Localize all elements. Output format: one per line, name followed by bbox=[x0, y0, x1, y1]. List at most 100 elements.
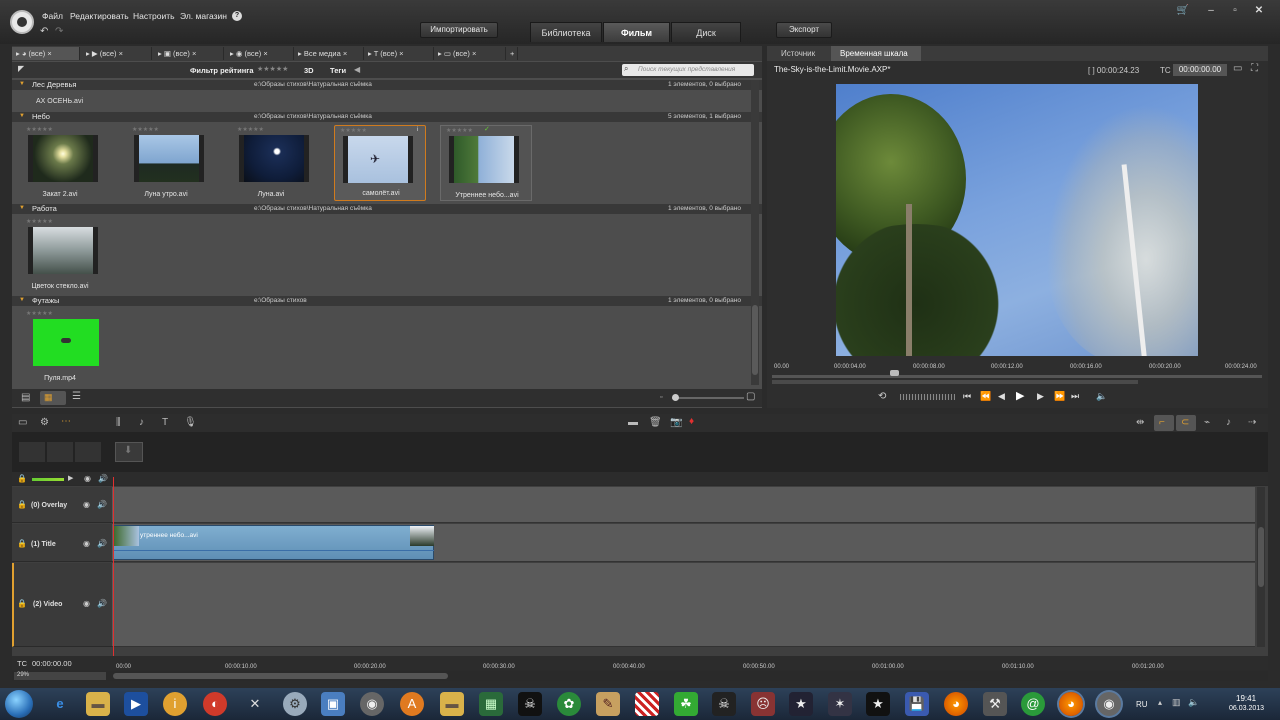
minimize-button[interactable]: – bbox=[1198, 3, 1224, 19]
rating-stars[interactable]: ★★★★★ bbox=[132, 126, 159, 133]
tags-collapse-icon[interactable]: ◀ bbox=[354, 66, 360, 74]
grid-view-button[interactable]: ▦ bbox=[40, 391, 66, 405]
next-frame-icon[interactable]: ⏩ bbox=[1054, 392, 1065, 401]
star-app-3-icon[interactable]: ★ bbox=[866, 692, 890, 716]
striped-app-icon[interactable] bbox=[635, 692, 659, 716]
track-header-video[interactable]: 🔒 (2) Video ◉ 🔊 bbox=[12, 563, 112, 647]
speaker-icon[interactable]: 🔈 bbox=[1188, 698, 1199, 707]
volume-icon[interactable]: 🔈 bbox=[1096, 392, 1107, 401]
audio-scrub-icon[interactable]: ⌁ bbox=[1204, 418, 1210, 428]
step-forward-icon[interactable]: ▶ bbox=[1037, 392, 1044, 401]
folder-2-icon[interactable]: ▬ bbox=[440, 692, 464, 716]
magnet-button[interactable]: ⌐ bbox=[1154, 415, 1174, 431]
list-view-icon[interactable]: ☰ bbox=[72, 392, 81, 402]
fullscreen-icon[interactable]: ⛶ bbox=[1251, 64, 1258, 74]
lock-all-icon[interactable]: 🔒 bbox=[17, 475, 27, 483]
ie-icon[interactable]: e bbox=[48, 692, 72, 716]
star-app-icon[interactable]: ★ bbox=[789, 692, 813, 716]
stormtrooper-icon[interactable]: ☠ bbox=[518, 692, 542, 716]
asset-thumbnail-flower-glass[interactable]: ★★★★★ Цветок стекло.avi bbox=[14, 217, 106, 293]
track-audio-icon[interactable]: 🔊 bbox=[97, 501, 107, 509]
media-player-icon[interactable]: ▶ bbox=[124, 692, 148, 716]
rating-stars[interactable]: ★★★★★ bbox=[26, 310, 53, 317]
snapshot-icon[interactable]: 📷 bbox=[670, 418, 682, 428]
explorer-folder-icon[interactable]: ▬ bbox=[86, 692, 110, 716]
group-expand-icon[interactable]: ▼ bbox=[19, 81, 25, 87]
app-x-icon[interactable]: ✕ bbox=[243, 692, 267, 716]
tab-movie[interactable]: Фильм bbox=[603, 22, 670, 42]
track-options-icon[interactable]: ⋯ bbox=[61, 417, 71, 427]
star-app-2-icon[interactable]: ✶ bbox=[828, 692, 852, 716]
track-header-title[interactable]: 🔒 (1) Title ◉ 🔊 bbox=[12, 524, 112, 562]
audio-all-icon[interactable]: 🔊 bbox=[98, 475, 108, 483]
track-visibility-icon[interactable]: ◉ bbox=[83, 501, 90, 509]
menu-settings[interactable]: Настроить bbox=[133, 11, 175, 21]
large-thumbs-icon[interactable]: ▢ bbox=[746, 392, 755, 402]
trash-icon[interactable]: 🗑 bbox=[649, 418, 662, 428]
library-tab-2[interactable]: ▸ ▶ (все) × bbox=[82, 47, 152, 60]
close-button[interactable]: ✕ bbox=[1246, 3, 1272, 19]
track-header-overlay[interactable]: 🔒 (0) Overlay ◉ 🔊 bbox=[12, 487, 112, 523]
timeline-view-icon[interactable]: ▭ bbox=[18, 418, 27, 428]
menu-edit[interactable]: Редактировать bbox=[70, 11, 129, 21]
window-app-icon[interactable]: ▣ bbox=[321, 692, 345, 716]
group-expand-icon[interactable]: ▼ bbox=[19, 205, 25, 211]
stack-icon[interactable]: ▤ bbox=[21, 393, 30, 403]
mask-app-icon[interactable]: ☹ bbox=[751, 692, 775, 716]
group-header-sky[interactable]: ▼ Небо e:\Образы стихов\Натуральная съём… bbox=[12, 112, 762, 122]
group-header-work[interactable]: ▼ Работа e:\Образы стихов\Натуральная съ… bbox=[12, 204, 762, 214]
group-header-forest[interactable]: ▼ Лес Деревья e:\Образы стихов\Натуральн… bbox=[12, 80, 762, 90]
track-title[interactable]: утреннее небо...avi bbox=[112, 524, 1255, 562]
thumb-size-slider[interactable] bbox=[672, 394, 744, 401]
green-app-icon[interactable]: ✿ bbox=[557, 692, 581, 716]
library-tab-3[interactable]: ▸ ▣ (все) × bbox=[154, 47, 224, 60]
film-strip-icon[interactable]: ▦ bbox=[479, 692, 503, 716]
clock-date[interactable]: 06.03.2013 bbox=[1229, 705, 1264, 712]
asset-thumbnail-moon-morning[interactable]: ★★★★★ Луна утро.avi bbox=[120, 125, 212, 201]
visibility-all-icon[interactable]: ◉ bbox=[84, 475, 91, 483]
undo-icon[interactable]: ↶ bbox=[40, 27, 48, 37]
timeline-scrollbar[interactable] bbox=[1257, 487, 1265, 647]
group-expand-icon[interactable]: ▼ bbox=[19, 297, 25, 303]
menu-file[interactable]: Файл bbox=[42, 11, 63, 21]
playhead[interactable] bbox=[113, 477, 114, 662]
small-thumbs-icon[interactable]: ▫ bbox=[660, 394, 662, 401]
dynamic-length-button[interactable]: ⊂ bbox=[1176, 415, 1196, 431]
export-button[interactable]: Экспорт bbox=[776, 22, 832, 38]
track-video[interactable] bbox=[112, 563, 1255, 647]
film-reel-icon[interactable]: ◉ bbox=[360, 692, 384, 716]
timeline-timecode[interactable]: 00:00:00.00 bbox=[32, 659, 72, 668]
rating-filter-stars[interactable]: ★★★★★ bbox=[257, 65, 288, 73]
navigator-icon[interactable]: ⇢ bbox=[1248, 418, 1256, 428]
store-cart-icon[interactable]: 🛒 bbox=[1170, 3, 1196, 19]
play-icon[interactable]: ▶ bbox=[1016, 391, 1024, 402]
tab-library[interactable]: Библиотека bbox=[530, 22, 602, 42]
timecode-value[interactable]: 00:00:00.00 bbox=[1173, 64, 1227, 76]
document-app-icon[interactable]: ✎ bbox=[596, 692, 620, 716]
score-icon[interactable]: ♪ bbox=[139, 418, 144, 428]
settings-gear-app-icon[interactable]: ⚙ bbox=[283, 692, 307, 716]
preview-scrubber[interactable] bbox=[772, 370, 1262, 378]
info-app-icon[interactable]: i bbox=[163, 692, 187, 716]
preview-ruler[interactable]: 00.00 00:00:04.00 00:00:08.00 00:00:12.0… bbox=[772, 364, 1257, 372]
firefox-icon[interactable]: ◕ bbox=[944, 692, 968, 716]
track-audio-icon[interactable]: 🔊 bbox=[97, 540, 107, 548]
maximize-button[interactable]: ▫ bbox=[1222, 3, 1248, 19]
scrollbar-thumb[interactable] bbox=[752, 305, 758, 375]
go-to-end-icon[interactable]: ⏭ bbox=[1071, 392, 1079, 401]
language-indicator[interactable]: RU bbox=[1136, 700, 1148, 709]
scrubber-handle[interactable] bbox=[890, 370, 899, 376]
shuttle-jog[interactable] bbox=[900, 394, 955, 400]
asset-thumbnail-morning-sky[interactable]: ★★★★★ ✓ Утреннее небо...avi bbox=[440, 125, 532, 201]
tray-expand-icon[interactable]: ▴ bbox=[1158, 699, 1162, 707]
green-robot-icon[interactable]: ☘ bbox=[674, 692, 698, 716]
scrollbar-thumb[interactable] bbox=[1258, 527, 1264, 587]
menu-store[interactable]: Эл. магазин bbox=[180, 11, 227, 21]
network-icon[interactable]: ▥ bbox=[1172, 698, 1181, 707]
asset-thumbnail-airplane[interactable]: ★★★★★ i ✈ самолёт.avi bbox=[334, 125, 426, 201]
tab-timeline-preview[interactable]: Временная шкала bbox=[831, 46, 921, 61]
timeline-clip[interactable]: утреннее небо...avi bbox=[113, 525, 434, 560]
go-to-start-icon[interactable]: ⏮ bbox=[963, 392, 971, 401]
redo-icon[interactable]: ↷ bbox=[55, 27, 63, 37]
import-button[interactable]: Импортировать bbox=[420, 22, 498, 38]
